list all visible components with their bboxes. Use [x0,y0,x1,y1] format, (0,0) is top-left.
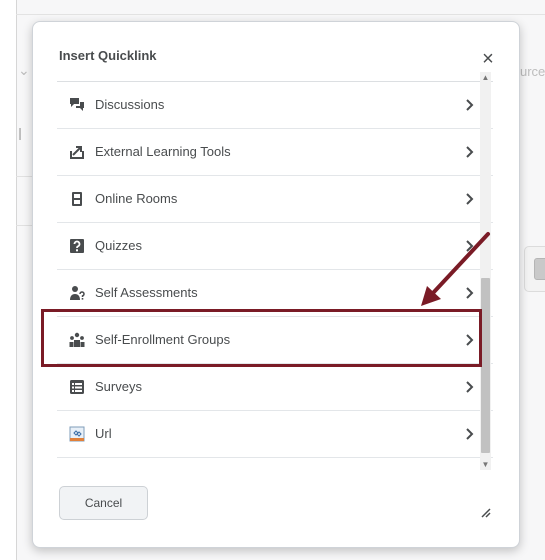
cancel-button[interactable]: Cancel [59,486,148,520]
list-item-label: Discussions [95,97,165,112]
insert-quicklink-dialog: Insert Quicklink × Discussions External … [32,21,520,548]
url-icon [69,426,85,442]
list-item-surveys[interactable]: Surveys [57,364,493,411]
chevron-right-icon [466,240,474,252]
chevron-right-icon [466,381,474,393]
list-item-discussions[interactable]: Discussions [57,82,493,129]
close-button[interactable]: × [479,49,497,69]
list-item-label: Self Assessments [95,285,198,300]
list-item-online-rooms[interactable]: Online Rooms [57,176,493,223]
chevron-right-icon [466,146,474,158]
self-enrollment-groups-icon [69,332,85,347]
list-item-label: Online Rooms [95,191,178,206]
dialog-title: Insert Quicklink [59,48,157,63]
quizzes-icon [70,239,84,253]
list-item-self-assessments[interactable]: Self Assessments [57,270,493,317]
scroll-down-arrow-icon[interactable]: ▼ [480,459,491,470]
chevron-right-icon [466,193,474,205]
discussions-icon [70,98,84,111]
chevron-right-icon [466,334,474,346]
list-item-label: Surveys [95,379,142,394]
external-tools-icon [70,146,84,159]
list-scrollbar[interactable]: ▲ ▼ [480,72,491,470]
background-text-fragment-left: ı [17,120,24,145]
background-side-handle [534,258,545,280]
chevron-right-icon [466,287,474,299]
list-item-quizzes[interactable]: Quizzes [57,223,493,270]
list-item-url[interactable]: Url [57,411,493,458]
list-item-label: Self-Enrollment Groups [95,332,231,347]
scroll-up-arrow-icon[interactable]: ▲ [480,72,491,83]
background-chevron-icon: ⌄ [18,62,30,78]
scrollbar-thumb[interactable] [481,278,490,453]
background-text-fragment: urce [520,64,545,79]
chevron-right-icon [466,428,474,440]
self-assessments-icon [70,286,85,300]
surveys-icon [70,380,84,394]
list-item-label: Url [95,426,112,441]
list-item-label: External Learning Tools [95,144,231,159]
quicklink-list: Discussions External Learning Tools Onli… [57,81,493,464]
online-rooms-icon [72,192,82,206]
resize-handle-icon[interactable] [477,504,491,518]
chevron-right-icon [466,99,474,111]
list-item-self-enrollment-groups[interactable]: Self-Enrollment Groups [57,317,493,364]
background-divider [16,14,545,15]
list-item-label: Quizzes [95,238,142,253]
list-item-external-learning-tools[interactable]: External Learning Tools [57,129,493,176]
